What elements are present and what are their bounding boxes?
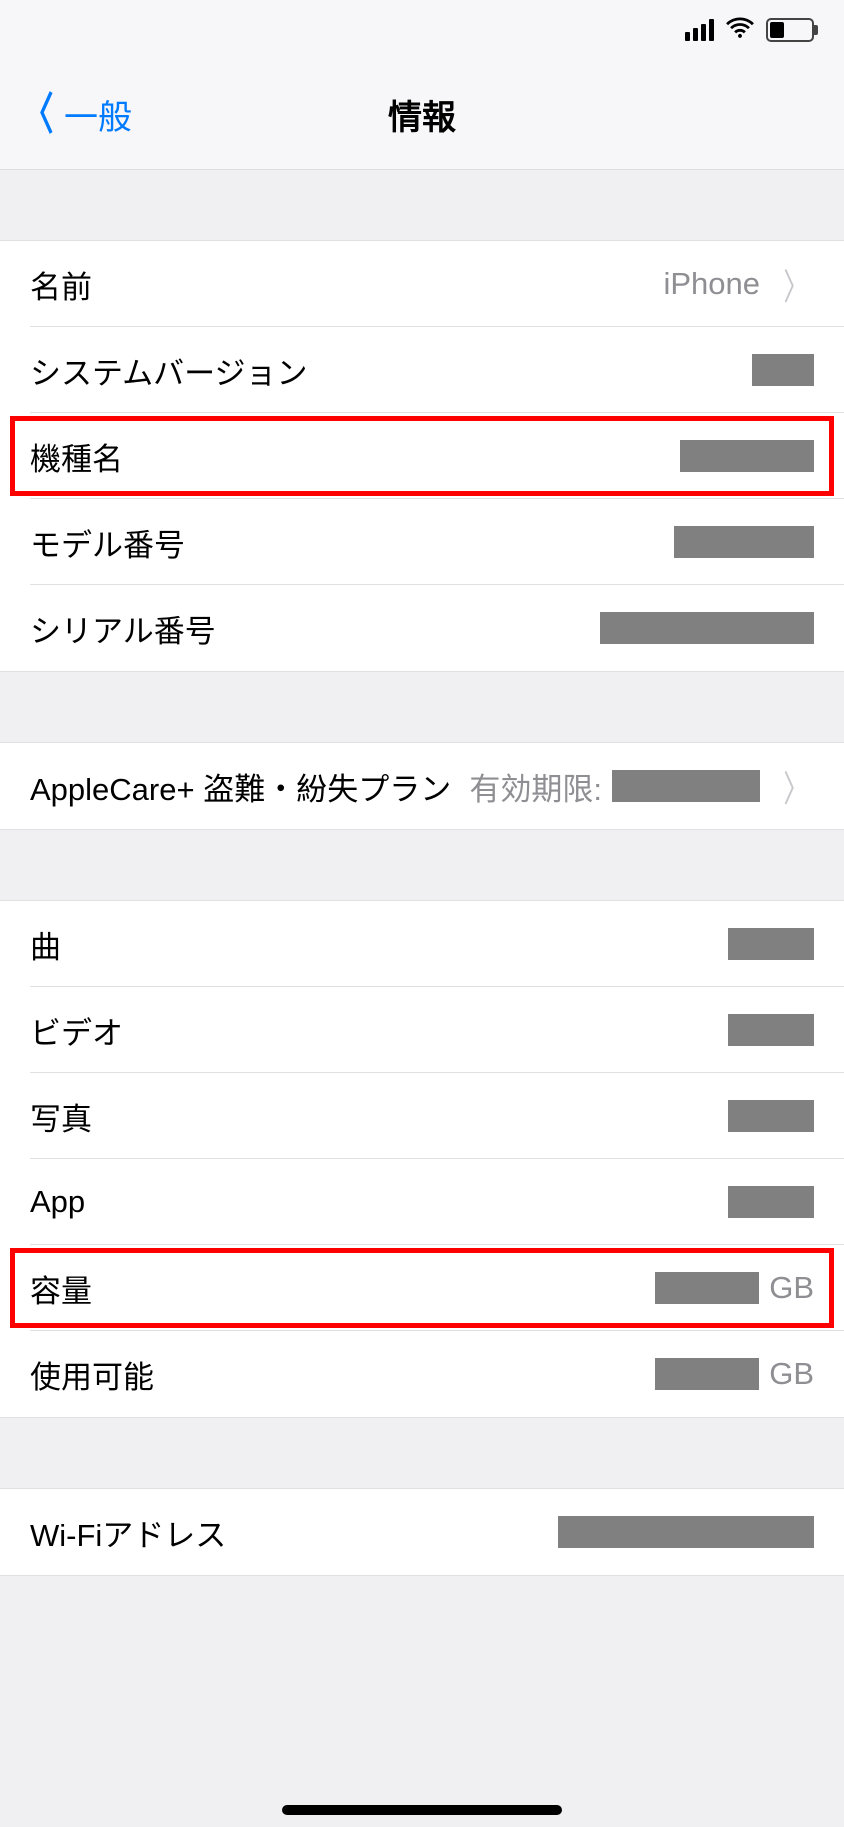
label-model-name: 機種名 xyxy=(30,434,123,479)
wifi-icon xyxy=(726,17,754,44)
chevron-left-icon: 〈 xyxy=(23,93,54,137)
device-info-group: 名前 iPhone 〉 システムバージョン 機種名 モデル番号 シリアル番号 xyxy=(0,240,844,672)
cellular-signal-icon xyxy=(685,19,714,41)
label-applecare: AppleCare+ 盗難・紛失プラン xyxy=(30,764,451,809)
status-bar xyxy=(0,0,844,60)
row-serial-number: シリアル番号 xyxy=(0,585,844,671)
label-model-number: モデル番号 xyxy=(30,520,185,565)
redacted-value xyxy=(728,1100,814,1132)
redacted-value xyxy=(674,526,814,558)
navigation-header: 〈 一般 情報 xyxy=(0,60,844,170)
row-model-name: 機種名 xyxy=(0,413,844,499)
row-system-version: システムバージョン xyxy=(0,327,844,413)
label-photos: 写真 xyxy=(30,1094,92,1139)
row-applecare[interactable]: AppleCare+ 盗難・紛失プラン 有効期限: 〉 xyxy=(0,743,844,829)
label-name: 名前 xyxy=(30,262,92,307)
redacted-value xyxy=(728,1014,814,1046)
redacted-value xyxy=(752,354,814,386)
row-capacity: 容量 GB xyxy=(0,1245,844,1331)
row-videos: ビデオ xyxy=(0,987,844,1073)
redacted-value xyxy=(558,1516,814,1548)
label-capacity: 容量 xyxy=(30,1266,92,1311)
redacted-value xyxy=(612,770,760,802)
back-button[interactable]: 〈 一般 xyxy=(16,90,132,139)
chevron-right-icon: 〉 xyxy=(783,760,808,812)
redacted-value xyxy=(655,1272,759,1304)
network-group: Wi-Fiアドレス xyxy=(0,1488,844,1576)
row-photos: 写真 xyxy=(0,1073,844,1159)
redacted-value xyxy=(728,928,814,960)
label-songs: 曲 xyxy=(30,922,61,967)
home-indicator[interactable] xyxy=(282,1805,562,1815)
label-serial-number: シリアル番号 xyxy=(30,606,216,651)
redacted-value xyxy=(728,1186,814,1218)
value-name: iPhone xyxy=(663,266,760,302)
chevron-right-icon: 〉 xyxy=(783,258,808,310)
capacity-unit: GB xyxy=(769,1270,814,1306)
row-wifi-address: Wi-Fiアドレス xyxy=(0,1489,844,1575)
available-unit: GB xyxy=(769,1356,814,1392)
label-system-version: システムバージョン xyxy=(30,348,307,393)
label-available: 使用可能 xyxy=(30,1352,154,1397)
content-storage-group: 曲 ビデオ 写真 App 容量 GB 使用可能 GB xyxy=(0,900,844,1418)
redacted-value xyxy=(600,612,814,644)
applecare-sublabel: 有効期限: xyxy=(469,764,602,809)
page-title: 情報 xyxy=(388,90,456,139)
label-wifi-address: Wi-Fiアドレス xyxy=(30,1510,226,1555)
row-model-number[interactable]: モデル番号 xyxy=(0,499,844,585)
row-apps: App xyxy=(0,1159,844,1245)
row-name[interactable]: 名前 iPhone 〉 xyxy=(0,241,844,327)
redacted-value xyxy=(680,440,814,472)
applecare-group: AppleCare+ 盗難・紛失プラン 有効期限: 〉 xyxy=(0,742,844,830)
label-videos: ビデオ xyxy=(30,1008,123,1053)
label-apps: App xyxy=(30,1184,85,1220)
back-label: 一般 xyxy=(64,90,132,139)
row-songs: 曲 xyxy=(0,901,844,987)
row-available: 使用可能 GB xyxy=(0,1331,844,1417)
redacted-value xyxy=(655,1358,759,1390)
battery-icon xyxy=(766,18,814,42)
